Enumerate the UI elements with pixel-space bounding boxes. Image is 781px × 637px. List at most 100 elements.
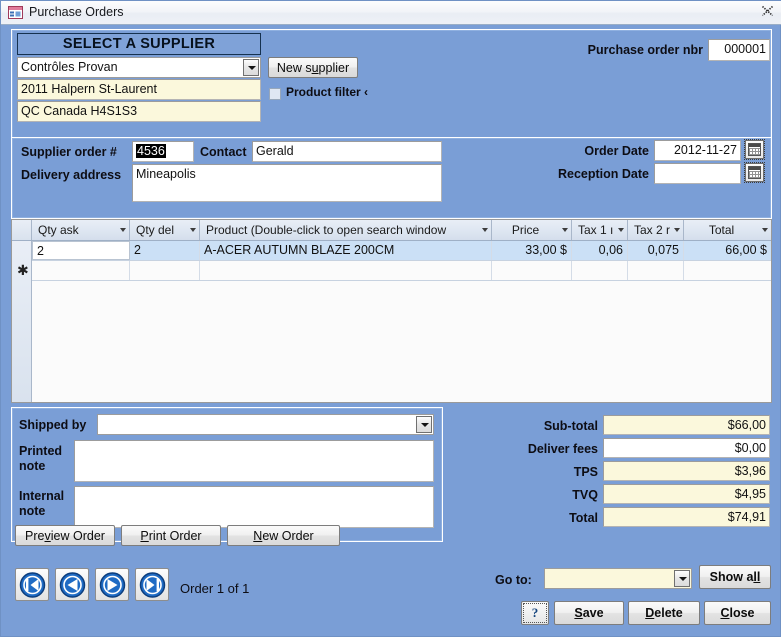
purchase-orders-window: Purchase Orders SELECT A SUPPLIER Contrô… [0,0,781,637]
column-filter-chevron-icon[interactable] [618,228,624,232]
contact-field[interactable]: Gerald [252,141,442,162]
new-record-asterisk-icon: ✱ [17,263,29,279]
window-title: Purchase Orders [29,5,124,19]
table-cell[interactable] [684,261,771,280]
close-button[interactable]: Close [704,601,771,625]
grid-column-header[interactable]: Tax 2 r [628,220,684,240]
goto-label: Go to: [495,573,532,587]
shipped-by-label: Shipped by [19,418,87,432]
column-filter-chevron-icon[interactable] [674,228,680,232]
grid-column-header[interactable]: Total [684,220,771,240]
table-cell[interactable]: 33,00 $ [492,241,572,260]
order-date-calendar-icon[interactable] [744,139,765,160]
new-order-label: New Order [253,528,314,543]
chevron-down-icon[interactable] [416,416,432,433]
table-cell[interactable]: 2 [32,241,130,260]
grid-column-header[interactable]: Price [492,220,572,240]
chevron-down-icon[interactable] [243,59,259,76]
last-record-button[interactable] [135,568,169,601]
total-label: Deliver fees [527,442,598,456]
grid-column-header[interactable]: Qty ask [32,220,130,240]
printed-note-field[interactable] [74,440,434,482]
table-cell[interactable] [200,261,492,280]
form-body: SELECT A SUPPLIER Contrôles Provan 2011 … [3,27,780,636]
order-date-field[interactable]: 2012-11-27 [654,140,741,161]
order-date-label: Order Date [584,144,649,158]
delete-label: Delete [645,606,683,620]
table-cell[interactable] [492,261,572,280]
total-label: TPS [573,465,598,479]
table-cell[interactable] [572,261,628,280]
table-cell[interactable]: 0,075 [628,241,684,260]
delivery-address-field[interactable]: Mineapolis [132,164,442,202]
grid-column-header-label: Tax 1 ı [578,223,614,237]
next-record-button[interactable] [95,568,129,601]
reception-date-label: Reception Date [558,167,649,181]
table-cell[interactable]: A-ACER AUTUMN BLAZE 200CM [200,241,492,260]
total-value-field: $4,95 [603,484,770,504]
grid-column-header[interactable]: Tax 1 ı [572,220,628,240]
table-cell[interactable]: 2 [130,241,200,260]
supplier-address-line1: 2011 Halpern St-Laurent [17,79,261,100]
printed-note-label-line2: note [19,459,46,473]
product-filter-checkbox[interactable] [269,88,281,100]
table-cell[interactable] [32,261,130,280]
total-value-field: $66,00 [603,415,770,435]
show-all-label: Show all [709,570,761,584]
table-cell[interactable]: 0,06 [572,241,628,260]
save-label: Save [574,606,604,620]
grid-column-header-label: Tax 2 r [634,223,671,237]
internal-note-field[interactable] [74,486,434,528]
column-filter-chevron-icon[interactable] [190,228,196,232]
column-filter-chevron-icon[interactable] [482,228,488,232]
chevron-down-icon[interactable] [674,570,690,587]
select-a-supplier-header: SELECT A SUPPLIER [17,33,261,55]
previous-record-button[interactable] [55,568,89,601]
supplier-order-field[interactable]: 4536 [132,141,194,162]
table-row[interactable]: 2 2 A-ACER AUTUMN BLAZE 200CM 33,00 $0,06 0,… [32,241,771,261]
grid-column-header[interactable]: Product (Double-click to open search win… [200,220,492,240]
grid-corner-selector[interactable] [12,220,32,240]
reception-date-calendar-icon[interactable] [744,162,765,183]
grid-header-row: Qty ask Qty del Product (Double-click to o… [12,220,771,241]
supplier-address-line2: QC Canada H4S1S3 [17,101,261,122]
new-supplier-label: New supplier [276,60,350,75]
new-order-button[interactable]: New Order [227,525,340,546]
preview-order-button[interactable]: Preview Order [15,525,115,546]
column-filter-chevron-icon[interactable] [762,228,768,232]
previous-record-icon [59,572,86,598]
first-record-icon [19,572,46,598]
column-filter-chevron-icon[interactable] [562,228,568,232]
help-button[interactable]: ? [521,601,549,625]
close-icon[interactable] [758,4,776,21]
shipped-by-combo[interactable] [97,414,434,435]
total-value-field: $3,96 [603,461,770,481]
purchase-order-nbr-field[interactable]: 000001 [708,39,770,61]
table-cell[interactable]: 66,00 $ [684,241,771,260]
new-supplier-button[interactable]: New supplier [268,57,358,78]
first-record-button[interactable] [15,568,49,601]
order-lines-grid[interactable]: Qty ask Qty del Product (Double-click to o… [11,219,772,403]
total-value-field[interactable]: $0,00 [603,438,770,458]
goto-combo[interactable] [544,568,692,589]
new-record-row[interactable] [32,261,771,281]
supplier-combo-value: Contrôles Provan [21,60,118,74]
product-filter-label: Product filter ‹ [286,85,369,99]
show-all-button[interactable]: Show all [699,565,771,589]
record-status: Order 1 of 1 [180,581,250,596]
column-filter-chevron-icon[interactable] [120,228,126,232]
grid-column-header-label: Qty del [136,223,175,237]
grid-column-header[interactable]: Qty del [130,220,200,240]
reception-date-field[interactable] [654,163,741,184]
access-form-icon [8,6,23,19]
delete-button[interactable]: Delete [628,601,700,625]
purchase-order-nbr-label: Purchase order nbr [587,43,703,57]
internal-note-label-line1: Internal [19,489,65,503]
grid-column-header-label: Product (Double-click to open search win… [206,223,447,237]
save-button[interactable]: Save [554,601,624,625]
table-cell[interactable] [628,261,684,280]
print-order-button[interactable]: Print Order [121,525,221,546]
supplier-combo[interactable]: Contrôles Provan [17,57,261,78]
title-bar: Purchase Orders [1,1,781,25]
table-cell[interactable] [130,261,200,280]
